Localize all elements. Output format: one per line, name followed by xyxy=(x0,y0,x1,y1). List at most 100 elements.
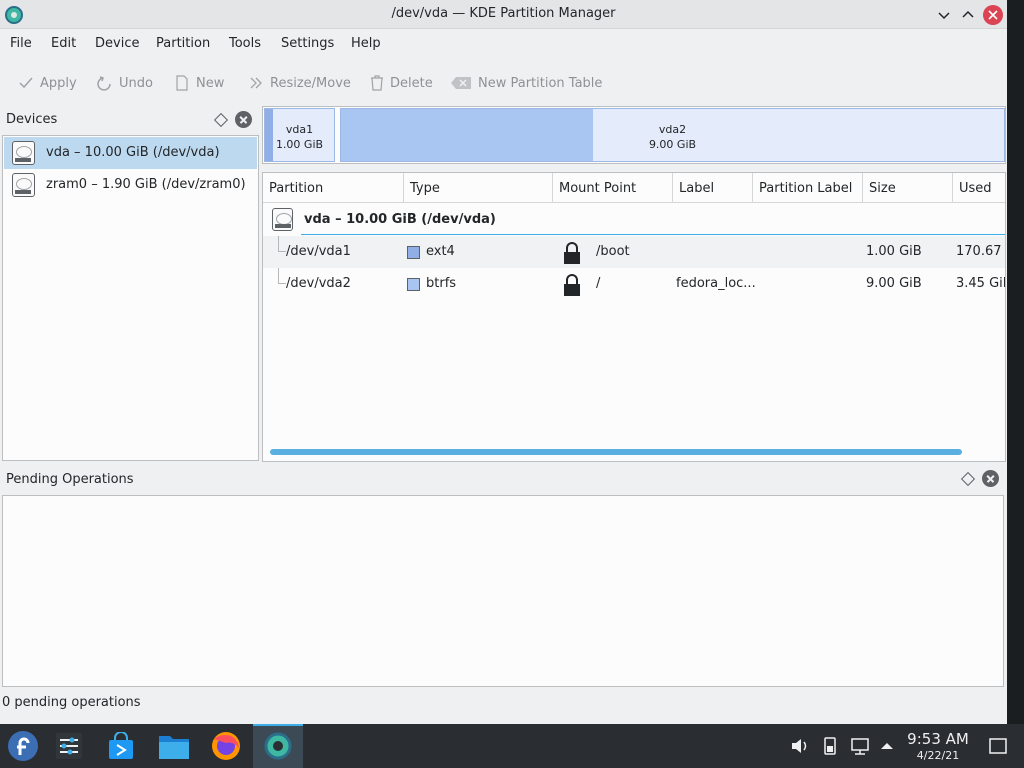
undo-label: Undo xyxy=(119,75,153,91)
close-pending-panel-button[interactable] xyxy=(982,470,999,487)
file-manager-icon xyxy=(159,736,189,759)
close-icon xyxy=(988,10,998,20)
partition-block-size: 9.00 GiB xyxy=(648,138,697,151)
taskbar-file-manager[interactable] xyxy=(151,724,197,768)
device-row-label: vda – 10.00 GiB (/dev/vda) xyxy=(304,212,496,227)
column-header-size[interactable]: Size xyxy=(863,173,953,203)
maximize-button[interactable] xyxy=(958,5,978,25)
delete-label: Delete xyxy=(390,75,433,91)
new-partition-table-label: New Partition Table xyxy=(478,75,603,91)
fedora-launcher-icon xyxy=(8,731,38,761)
network-icon[interactable] xyxy=(850,736,870,756)
taskbar-system-settings[interactable] xyxy=(46,724,92,768)
fs-color-swatch xyxy=(407,278,420,291)
clear-table-icon xyxy=(451,77,471,89)
column-header-mount-point[interactable]: Mount Point xyxy=(553,173,673,203)
show-hidden-icons-arrow[interactable] xyxy=(877,736,897,756)
partition-map: vda1 1.00 GiB vda2 9.00 GiB xyxy=(262,106,1006,164)
horizontal-scrollbar[interactable] xyxy=(270,449,962,455)
discover-store-icon xyxy=(109,732,133,759)
device-list: vda – 10.00 GiB (/dev/vda) zram0 – 1.90 … xyxy=(2,135,259,461)
cell-mount-point: /boot xyxy=(596,244,630,259)
chevron-down-icon xyxy=(938,12,950,20)
device-row-underline xyxy=(301,234,1005,235)
partition-block-text: vda2 9.00 GiB xyxy=(341,122,1004,152)
resize-move-label: Resize/Move xyxy=(270,75,351,91)
close-devices-panel-button[interactable] xyxy=(235,111,252,128)
taskbar-partition-manager[interactable] xyxy=(253,724,303,768)
close-window-button[interactable] xyxy=(983,5,1003,25)
cell-size: 1.00 GiB xyxy=(866,244,922,259)
cell-label: fedora_loc... xyxy=(676,276,756,291)
cell-type: btrfs xyxy=(426,276,457,291)
column-header-label[interactable]: Label xyxy=(673,173,753,203)
menu-edit[interactable]: Edit xyxy=(51,36,76,51)
trash-icon xyxy=(371,75,383,91)
window-title: /dev/vda — KDE Partition Manager xyxy=(391,6,616,21)
undo-icon xyxy=(97,76,111,91)
new-partition-button[interactable]: New xyxy=(174,73,224,93)
device-item-vda[interactable]: vda – 10.00 GiB (/dev/vda) xyxy=(4,137,257,169)
minimize-button[interactable] xyxy=(934,5,954,25)
menu-file[interactable]: File xyxy=(10,36,32,51)
apply-button[interactable]: Apply xyxy=(18,73,77,93)
column-header-partition-label[interactable]: Partition Label xyxy=(753,173,863,203)
partition-manager-icon xyxy=(264,732,292,760)
checkmark-icon xyxy=(19,77,33,89)
table-row[interactable]: /dev/vda2 btrfs / fedora_loc... 9.00 GiB… xyxy=(263,268,1005,300)
column-header-partition[interactable]: Partition xyxy=(263,173,404,203)
partition-table: Partition Type Mount Point Label Partiti… xyxy=(262,172,1006,462)
main-toolbar: Apply Undo New Resize/Move Delete New Pa… xyxy=(0,62,1007,102)
resize-move-button[interactable]: Resize/Move xyxy=(248,73,351,93)
volume-icon[interactable] xyxy=(790,736,810,756)
taskbar-discover[interactable] xyxy=(98,724,144,768)
show-desktop-icon[interactable] xyxy=(988,736,1008,756)
column-header-used[interactable]: Used xyxy=(953,173,1005,203)
app-launcher-button[interactable] xyxy=(0,724,46,768)
tree-elbow xyxy=(278,268,286,284)
pending-operations-panel: Pending Operations xyxy=(0,466,1007,690)
hard-disk-icon xyxy=(272,208,293,231)
cell-partition: /dev/vda2 xyxy=(286,276,351,291)
pending-operations-list xyxy=(2,495,1004,687)
title-bar[interactable]: /dev/vda — KDE Partition Manager xyxy=(0,0,1007,29)
cell-size: 9.00 GiB xyxy=(866,276,922,291)
device-label: vda – 10.00 GiB (/dev/vda) xyxy=(46,145,220,160)
new-label: New xyxy=(196,75,225,91)
fs-color-swatch xyxy=(407,246,420,259)
firefox-icon xyxy=(212,732,240,760)
device-item-zram0[interactable]: zram0 – 1.90 GiB (/dev/zram0) xyxy=(4,169,257,201)
delete-button[interactable]: Delete xyxy=(370,73,433,93)
menu-partition[interactable]: Partition xyxy=(156,36,210,51)
float-panel-icon[interactable] xyxy=(213,112,229,128)
new-document-icon xyxy=(176,75,188,91)
cell-used: 3.45 GiB xyxy=(956,276,1005,291)
menu-tools[interactable]: Tools xyxy=(229,36,261,51)
partition-block-vda1[interactable]: vda1 1.00 GiB xyxy=(264,108,335,162)
removable-device-icon[interactable] xyxy=(820,736,840,756)
table-row[interactable]: /dev/vda1 ext4 /boot 1.00 GiB 170.67 M xyxy=(263,236,1005,268)
cell-mount-point: / xyxy=(596,276,601,291)
pending-panel-title: Pending Operations xyxy=(6,472,134,487)
lock-icon xyxy=(564,242,580,264)
app-window: /dev/vda — KDE Partition Manager File Ed… xyxy=(0,0,1007,724)
resize-arrows-icon xyxy=(250,77,262,89)
tree-elbow xyxy=(278,236,286,252)
partition-block-name: vda2 xyxy=(658,123,687,136)
hard-disk-icon xyxy=(12,173,35,197)
cell-type: ext4 xyxy=(426,244,455,259)
menu-device[interactable]: Device xyxy=(95,36,139,51)
digital-clock[interactable]: 9:53 AM 4/22/21 xyxy=(898,730,978,763)
undo-button[interactable]: Undo xyxy=(97,73,153,93)
taskbar: 9:53 AM 4/22/21 xyxy=(0,724,1024,768)
float-panel-icon[interactable] xyxy=(960,471,976,487)
taskbar-firefox[interactable] xyxy=(203,724,249,768)
menu-settings[interactable]: Settings xyxy=(281,36,334,51)
cell-partition: /dev/vda1 xyxy=(286,244,351,259)
menu-help[interactable]: Help xyxy=(351,36,381,51)
chevron-up-icon xyxy=(962,10,974,18)
table-row-device[interactable]: vda – 10.00 GiB (/dev/vda) xyxy=(263,204,1005,236)
column-header-type[interactable]: Type xyxy=(404,173,553,203)
partition-block-vda2[interactable]: vda2 9.00 GiB xyxy=(340,108,1005,162)
new-partition-table-button[interactable]: New Partition Table xyxy=(450,73,602,93)
